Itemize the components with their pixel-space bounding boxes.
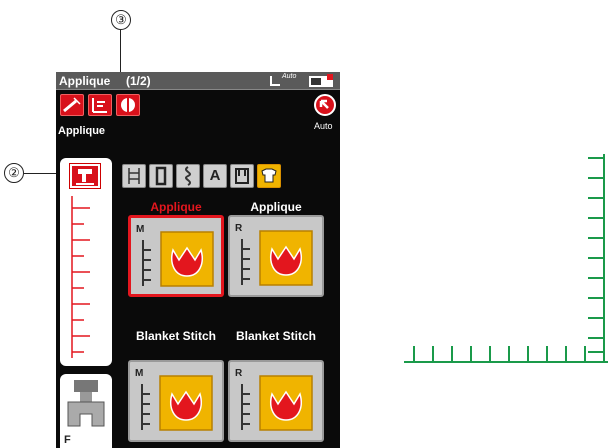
thread-tension-icon <box>270 76 280 86</box>
tulip-stitch-icon <box>142 231 214 287</box>
stitch-label-1: Applique <box>150 200 202 214</box>
category-decorative[interactable] <box>176 164 200 188</box>
utility-stitch-icon <box>128 168 140 184</box>
letter-a-icon: A <box>209 167 221 184</box>
category-letters[interactable]: A <box>203 164 227 188</box>
screen-title: Applique <box>59 74 111 88</box>
twin-needle-button[interactable] <box>60 94 84 116</box>
shirt-icon <box>261 168 277 183</box>
mirror-icon <box>121 98 135 112</box>
decorative-stitch-icon <box>185 166 191 186</box>
bobbin-icon <box>309 74 333 87</box>
callout-3: ③ <box>111 10 131 30</box>
elongation-button[interactable] <box>88 94 112 116</box>
title-bar: Applique (1/2) Auto <box>56 72 340 90</box>
mirror-button[interactable] <box>116 94 140 116</box>
auto-label: Auto <box>314 121 333 131</box>
presser-foot-panel: F <box>60 374 112 448</box>
stitch-tile-blanket-r[interactable]: R <box>228 360 324 442</box>
page-indicator: (1/2) <box>126 74 151 88</box>
stitch-tile-blanket-m[interactable]: M <box>128 360 224 442</box>
machine-screen: Applique (1/2) Auto Applique Auto F A Ap… <box>56 72 340 448</box>
twin-needle-icon <box>63 97 81 113</box>
buttonhole-icon <box>155 166 167 186</box>
stitch-length-bar[interactable] <box>60 158 112 366</box>
mode-label: Applique <box>58 125 106 137</box>
elongation-icon <box>92 98 107 113</box>
stitch-label-3: Blanket Stitch <box>135 329 216 343</box>
stitch-label-4: Blanket Stitch <box>235 329 316 343</box>
stitch-label-2: Applique <box>250 200 302 214</box>
category-applique[interactable] <box>257 164 281 188</box>
stitch-tile-applique-m[interactable]: M <box>128 215 224 297</box>
presser-foot-icon <box>67 380 105 427</box>
category-buttonhole[interactable] <box>149 164 173 188</box>
memory-back-button[interactable] <box>314 94 336 116</box>
tulip-stitch-icon <box>141 375 213 431</box>
stitch-tile-applique-r[interactable]: R <box>228 215 324 297</box>
category-quilting[interactable] <box>230 164 254 188</box>
foot-letter: F <box>64 434 71 446</box>
quilt-icon <box>235 168 249 184</box>
length-scale <box>71 196 90 358</box>
category-utility[interactable] <box>122 164 146 188</box>
callout-2: ② <box>4 163 24 183</box>
thread-auto-label: Auto <box>282 73 297 80</box>
tulip-stitch-icon <box>241 230 313 286</box>
tulip-stitch-icon <box>241 375 313 431</box>
memory-back-icon <box>319 99 329 109</box>
